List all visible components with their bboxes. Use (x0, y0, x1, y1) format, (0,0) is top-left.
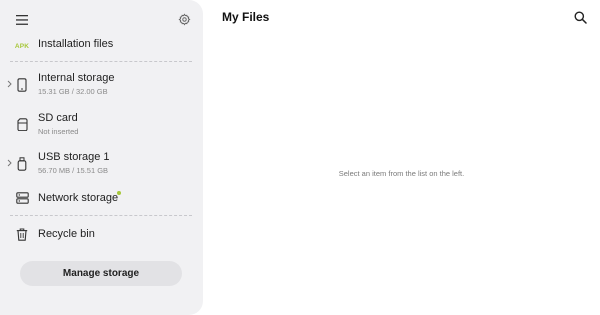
sidebar-item-label: USB storage 1 (38, 151, 110, 163)
sidebar-item-sd-card[interactable]: SD card Not inserted (0, 110, 203, 138)
sidebar-item-label: SD card (38, 112, 78, 124)
chevron-right-icon[interactable] (5, 79, 13, 89)
usb-icon (13, 155, 31, 173)
sidebar-item-label: Recycle bin (38, 228, 95, 240)
server-icon (13, 189, 31, 207)
new-badge-dot (117, 191, 121, 195)
sd-status: Not inserted (38, 127, 79, 136)
apk-badge-icon: APK (14, 42, 30, 50)
sidebar-item-label: Network storage (38, 192, 119, 204)
sidebar-item-label: Internal storage (38, 72, 115, 84)
hamburger-menu-icon[interactable] (12, 10, 32, 30)
sidebar-item-recycle-bin[interactable]: Recycle bin (0, 225, 203, 245)
divider (10, 61, 192, 62)
empty-state-message: Select an item from the list on the left… (338, 169, 465, 178)
page-title: My Files (222, 10, 270, 24)
sidebar-item-installation-files[interactable]: APK Installation files (0, 36, 203, 56)
sidebar-item-label: Installation files (38, 38, 114, 50)
sidebar-item-internal-storage[interactable]: Internal storage 15.31 GB / 32.00 GB (0, 70, 203, 98)
trash-icon (13, 225, 31, 243)
storage-usage: 15.31 GB / 32.00 GB (38, 87, 108, 96)
storage-usage: 56.70 MB / 15.51 GB (38, 166, 109, 175)
sidebar-item-usb-storage[interactable]: USB storage 1 56.70 MB / 15.51 GB (0, 149, 203, 177)
my-files-app: APK Installation files Internal storage … (0, 0, 600, 315)
search-icon[interactable] (572, 9, 588, 25)
sidebar: APK Installation files Internal storage … (0, 0, 203, 315)
sd-card-icon (13, 115, 31, 133)
phone-icon (13, 76, 31, 94)
sidebar-item-network-storage[interactable]: Network storage (0, 189, 203, 209)
gear-icon[interactable] (174, 9, 194, 29)
chevron-right-icon[interactable] (5, 158, 13, 168)
divider (10, 215, 192, 216)
manage-storage-button[interactable]: Manage storage (20, 261, 182, 286)
